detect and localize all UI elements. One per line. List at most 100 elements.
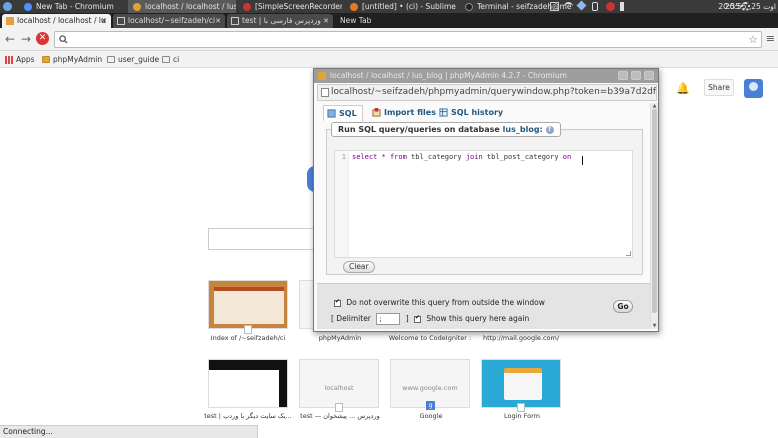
window-titlebar[interactable]: localhost / localhost / lus_blog | phpMy… bbox=[314, 69, 658, 83]
terminal-icon bbox=[465, 3, 473, 11]
stop-loading-icon[interactable]: ✕ bbox=[36, 32, 49, 45]
page-icon bbox=[335, 403, 343, 412]
scroll-down-icon[interactable]: ▼ bbox=[651, 323, 658, 329]
go-button[interactable]: Go bbox=[613, 300, 633, 313]
recorder-tray-icon[interactable] bbox=[606, 2, 615, 11]
menu-hamburger-icon[interactable]: ≡ bbox=[766, 32, 775, 45]
bookmark-star-icon[interactable]: ☆ bbox=[748, 33, 758, 46]
ntp-search-input[interactable] bbox=[208, 228, 318, 250]
no-overwrite-label: Do not overwrite this query from outside… bbox=[346, 298, 545, 307]
browser-tab-ci[interactable]: localhost/~seifzadeh/ci ✕ bbox=[113, 14, 225, 28]
tile-placeholder-text: localhost bbox=[324, 384, 354, 392]
keyboard-icon[interactable] bbox=[550, 2, 559, 11]
tab-label: localhost / localhost / lu bbox=[17, 16, 106, 25]
close-tab-icon[interactable]: ✕ bbox=[323, 14, 329, 28]
sql-keyword: join bbox=[465, 153, 483, 161]
sql-code-line: select * from tbl_category join tbl_post… bbox=[352, 151, 571, 163]
delimiter-option: [ Delimiter ; ] Show this query here aga… bbox=[331, 313, 529, 325]
clear-button[interactable]: Clear bbox=[343, 261, 375, 273]
sql-keyword: on bbox=[562, 153, 572, 161]
show-again-label: Show this query here again bbox=[426, 314, 530, 323]
address-bar[interactable]: ☆ bbox=[54, 31, 762, 48]
tab-sql-history[interactable]: SQL history bbox=[436, 105, 506, 121]
most-visited-tile[interactable]: localhost bbox=[299, 359, 379, 408]
browser-toolbar: ← → ✕ ☆ ≡ bbox=[0, 28, 778, 51]
phpmyadmin-favicon bbox=[6, 17, 14, 25]
delimiter-input[interactable]: ; bbox=[376, 313, 401, 325]
show-again-checkbox[interactable] bbox=[414, 314, 422, 323]
avatar[interactable] bbox=[744, 79, 763, 98]
sql-icon bbox=[327, 109, 336, 118]
most-visited-tile[interactable] bbox=[481, 359, 561, 408]
taskbar-item-screenrecorder[interactable]: [SimpleScreenRecorder] bbox=[238, 0, 342, 13]
query-options-footer: Do not overwrite this query from outside… bbox=[317, 283, 650, 329]
sublime-icon bbox=[350, 3, 358, 11]
page-icon bbox=[244, 325, 252, 334]
most-visited-tile[interactable] bbox=[208, 359, 288, 408]
sql-editor[interactable]: 1 select * from tbl_category join tbl_po… bbox=[334, 150, 633, 258]
tile-label: phpMyAdmin bbox=[318, 334, 362, 342]
tab-label: SQL bbox=[339, 109, 357, 118]
bluetooth-icon[interactable] bbox=[592, 2, 598, 11]
close-window-button[interactable] bbox=[644, 71, 654, 80]
sql-fieldset-legend: Run SQL query/queries on database lus_bl… bbox=[331, 122, 561, 137]
taskbar-item-new-tab[interactable]: New Tab - Chromium bbox=[19, 0, 125, 13]
dropbox-icon[interactable] bbox=[576, 0, 587, 11]
taskbar-item-label: [SimpleScreenRecorder] bbox=[255, 2, 342, 11]
minimize-button[interactable] bbox=[618, 71, 628, 80]
os-taskbar: New Tab - Chromium localhost / localhost… bbox=[0, 0, 778, 13]
resize-handle-icon[interactable] bbox=[626, 251, 631, 256]
close-tab-icon[interactable]: ✕ bbox=[101, 14, 107, 28]
popup-url-bar[interactable]: localhost/~seifzadeh/phpmyadmin/querywin… bbox=[317, 84, 657, 101]
popup-scrollbar[interactable]: ▲ ▼ bbox=[650, 103, 658, 329]
tile-label: test | یک سایت دیگر با وردپ... bbox=[204, 412, 292, 420]
system-tray: 20:55 20:55 ,25 اوت bbox=[548, 0, 778, 13]
no-overwrite-option: Do not overwrite this query from outside… bbox=[334, 298, 545, 307]
sql-text: * bbox=[377, 153, 390, 161]
history-table-icon bbox=[439, 108, 448, 117]
bookmark-label: user_guide bbox=[118, 55, 160, 64]
new-tab-label[interactable]: New Tab bbox=[340, 14, 371, 28]
bookmark-label: phpMyAdmin bbox=[53, 55, 103, 64]
share-button[interactable]: Share bbox=[704, 79, 734, 96]
notification-bell-icon[interactable]: 🔔 bbox=[676, 82, 690, 95]
bookmark-phpmyadmin[interactable]: phpMyAdmin bbox=[42, 51, 102, 68]
close-tab-icon[interactable]: ✕ bbox=[215, 14, 221, 28]
sql-keyword: select bbox=[352, 153, 378, 161]
taskbar-item-label: localhost / localhost / lus... bbox=[145, 2, 236, 11]
line-number: 1 bbox=[335, 151, 349, 257]
page-favicon bbox=[117, 17, 125, 25]
tile-thumbnail bbox=[209, 360, 287, 370]
browser-tab-test[interactable]: test | وردپرس فارسی با ✕ bbox=[227, 14, 333, 28]
most-visited-tile[interactable] bbox=[208, 280, 288, 329]
sql-text: tbl_post_category bbox=[482, 153, 563, 161]
chromium-icon bbox=[24, 3, 32, 11]
no-overwrite-checkbox[interactable] bbox=[334, 298, 341, 307]
pma-tabs: SQL Import files SQL history bbox=[317, 103, 650, 123]
window-title: localhost / localhost / lus_blog | phpMy… bbox=[330, 71, 567, 80]
database-link[interactable]: lus_blog: bbox=[503, 125, 543, 134]
delimiter-close: ] bbox=[405, 314, 409, 323]
bookmark-user-guide[interactable]: user_guide bbox=[107, 51, 159, 68]
forward-arrow-icon[interactable]: → bbox=[19, 32, 33, 46]
taskbar-item-phpmyadmin[interactable]: localhost / localhost / lus... bbox=[128, 0, 236, 13]
tab-import-files[interactable]: Import files bbox=[369, 105, 439, 121]
date-time[interactable]: 20:55 ,25 اوت bbox=[725, 0, 776, 13]
bookmark-apps[interactable]: Apps bbox=[5, 51, 35, 68]
taskbar-item-sublime[interactable]: [untitled] • (ci) - Sublime T... bbox=[345, 0, 457, 13]
volume-icon[interactable] bbox=[620, 2, 626, 11]
os-menu-icon[interactable] bbox=[3, 2, 12, 11]
bookmark-ci[interactable]: ci bbox=[162, 51, 179, 68]
tab-sql[interactable]: SQL bbox=[323, 105, 363, 121]
delimiter-label: [ Delimiter bbox=[331, 314, 371, 323]
network-icon[interactable] bbox=[564, 2, 573, 11]
maximize-button[interactable] bbox=[631, 71, 641, 80]
help-icon[interactable]: ? bbox=[545, 125, 554, 134]
back-arrow-icon[interactable]: ← bbox=[3, 32, 17, 46]
recorder-icon bbox=[243, 3, 251, 11]
search-icon bbox=[59, 35, 68, 44]
browser-tab-phpmyadmin[interactable]: localhost / localhost / lu ✕ bbox=[2, 14, 111, 28]
sql-keyword: from bbox=[389, 153, 407, 161]
scroll-thumb[interactable] bbox=[652, 109, 657, 313]
bookmark-label: Apps bbox=[16, 55, 35, 64]
